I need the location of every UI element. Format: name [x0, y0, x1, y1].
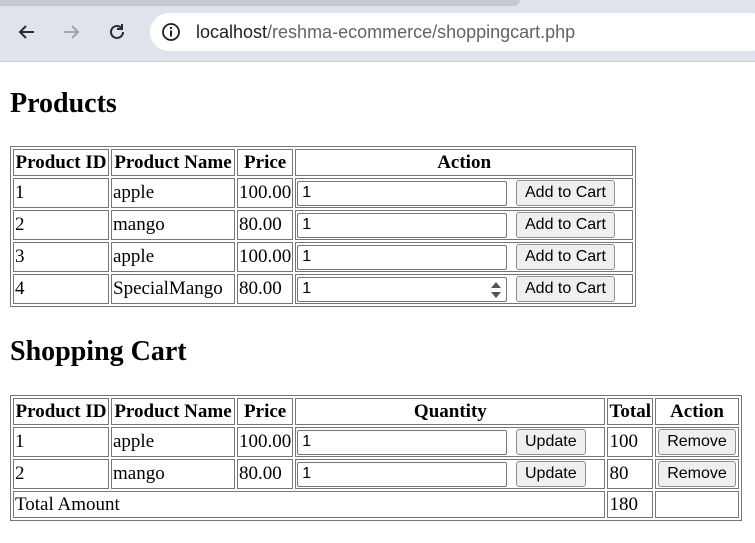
product-price: 80.00: [237, 274, 294, 304]
cart-product-name: mango: [111, 459, 235, 489]
update-button[interactable]: Update: [516, 429, 586, 455]
reload-button[interactable]: [103, 18, 131, 46]
cart-line-total: 100: [607, 427, 653, 457]
col-quantity: Quantity: [295, 398, 606, 425]
cart-table: Product ID Product Name Price Quantity T…: [10, 395, 742, 521]
cart-heading: Shopping Cart: [10, 336, 187, 367]
col-total: Total: [607, 398, 653, 425]
table-header-row: Product ID Product Name Price Quantity T…: [13, 398, 739, 425]
address-bar[interactable]: localhost/reshma-ecommerce/shoppingcart.…: [150, 13, 755, 51]
table-row: 2 mango 80.00 Update 80 Remove: [13, 459, 739, 489]
col-product-name: Product Name: [111, 149, 235, 176]
col-action: Action: [295, 149, 633, 176]
product-id: 2: [13, 210, 109, 240]
product-name: SpecialMango: [111, 274, 235, 304]
url-path: /reshma-ecommerce/shoppingcart.php: [267, 21, 576, 42]
quantity-input[interactable]: [297, 212, 508, 238]
product-price: 80.00: [237, 210, 294, 240]
add-to-cart-button[interactable]: Add to Cart: [516, 180, 615, 206]
forward-button[interactable]: [57, 18, 85, 46]
product-name: apple: [111, 178, 235, 208]
table-row: 2 mango 80.00 Add to Cart: [13, 210, 633, 240]
cart-product-price: 80.00: [237, 459, 294, 489]
cart-quantity-input[interactable]: [297, 429, 508, 455]
total-row: Total Amount 180: [13, 491, 739, 518]
table-header-row: Product ID Product Name Price Action: [13, 149, 633, 176]
product-price: 100.00: [237, 242, 294, 272]
total-amount-label: Total Amount: [13, 491, 606, 518]
table-row: 4 SpecialMango 80.00 Add to Cart: [13, 274, 633, 304]
col-product-name: Product Name: [111, 398, 235, 425]
cart-line-total: 80: [607, 459, 653, 489]
col-product-id: Product ID: [13, 149, 109, 176]
product-id: 1: [13, 178, 109, 208]
total-empty-cell: [655, 491, 739, 518]
arrow-right-icon: [64, 25, 80, 39]
cart-product-id: 1: [13, 427, 109, 457]
remove-button[interactable]: Remove: [658, 429, 736, 455]
product-action: Add to Cart: [295, 274, 633, 304]
cart-quantity: Update: [295, 427, 606, 457]
add-to-cart-button[interactable]: Add to Cart: [516, 276, 615, 302]
col-price: Price: [237, 398, 294, 425]
quantity-stepper[interactable]: [297, 276, 508, 302]
url-text: localhost/reshma-ecommerce/shoppingcart.…: [196, 22, 575, 43]
site-info-icon[interactable]: [160, 21, 182, 43]
reload-icon: [110, 24, 124, 39]
products-heading: Products: [10, 88, 117, 119]
cart-quantity-input[interactable]: [297, 461, 508, 487]
table-row: 1 apple 100.00 Add to Cart: [13, 178, 633, 208]
arrow-left-icon: [18, 25, 34, 39]
product-name: mango: [111, 210, 235, 240]
col-product-id: Product ID: [13, 398, 109, 425]
tab-strip: [0, 0, 520, 6]
product-action: Add to Cart: [295, 210, 633, 240]
cart-action: Remove: [655, 459, 739, 489]
quantity-input[interactable]: [297, 244, 508, 270]
add-to-cart-button[interactable]: Add to Cart: [516, 244, 615, 270]
browser-toolbar: localhost/reshma-ecommerce/shoppingcart.…: [0, 0, 755, 62]
add-to-cart-button[interactable]: Add to Cart: [516, 212, 615, 238]
cart-quantity: Update: [295, 459, 606, 489]
table-row: 3 apple 100.00 Add to Cart: [13, 242, 633, 272]
products-table: Product ID Product Name Price Action 1 a…: [10, 146, 636, 307]
cart-action: Remove: [655, 427, 739, 457]
update-button[interactable]: Update: [516, 461, 586, 487]
back-button[interactable]: [13, 18, 41, 46]
product-id: 4: [13, 274, 109, 304]
col-action: Action: [655, 398, 739, 425]
total-amount-value: 180: [607, 491, 653, 518]
remove-button[interactable]: Remove: [658, 461, 736, 487]
product-action: Add to Cart: [295, 242, 633, 272]
cart-product-id: 2: [13, 459, 109, 489]
quantity-input[interactable]: [297, 276, 508, 302]
spinner-arrows-icon[interactable]: [491, 281, 502, 298]
cart-product-name: apple: [111, 427, 235, 457]
product-price: 100.00: [237, 178, 294, 208]
url-host: localhost: [196, 21, 268, 42]
product-name: apple: [111, 242, 235, 272]
col-price: Price: [237, 149, 294, 176]
product-id: 3: [13, 242, 109, 272]
table-row: 1 apple 100.00 Update 100 Remove: [13, 427, 739, 457]
quantity-input[interactable]: [297, 180, 508, 206]
cart-product-price: 100.00: [237, 427, 294, 457]
product-action: Add to Cart: [295, 178, 633, 208]
